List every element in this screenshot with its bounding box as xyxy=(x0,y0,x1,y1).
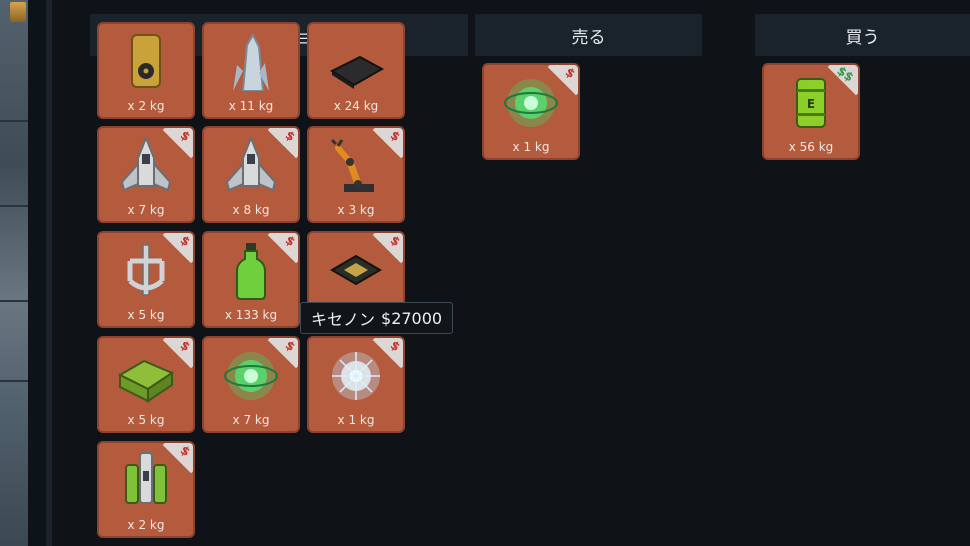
station-item-spaceship-2[interactable]: $ x 8 kg xyxy=(202,126,300,223)
spaceship-icon xyxy=(99,132,193,198)
radioactive-barrel-icon xyxy=(99,28,193,94)
green-crate-icon xyxy=(99,342,193,408)
station-item-drone-frame[interactable]: $ x 5 kg xyxy=(97,231,195,328)
station-item-green-spaceship[interactable]: $ x 2 kg xyxy=(97,441,195,538)
sell-tab-header[interactable]: 売る xyxy=(475,14,702,56)
item-quantity: x 1 kg xyxy=(337,413,375,427)
green-bottle-icon xyxy=(204,237,298,303)
svg-text:E: E xyxy=(807,97,815,111)
station-item-robotic-arm[interactable]: $ x 3 kg xyxy=(307,126,405,223)
station-item-microchip[interactable]: x 24 kg xyxy=(307,22,405,119)
station-item-spaceship[interactable]: $ x 7 kg xyxy=(97,126,195,223)
item-quantity: x 5 kg xyxy=(127,308,165,322)
buy-item-fuel-barrel[interactable]: $$ E x 56 kg xyxy=(762,63,860,160)
station-item-green-orb[interactable]: $ x 7 kg xyxy=(202,336,300,433)
item-quantity: x 2 kg xyxy=(127,99,165,113)
green-energy-orb-icon xyxy=(484,69,578,135)
station-item-green-bottle[interactable]: $ x 133 kg xyxy=(202,231,300,328)
resource-badge-icon xyxy=(10,2,26,22)
station-item-crystal[interactable]: x 11 kg xyxy=(202,22,300,119)
buy-tab-header[interactable]: 買う xyxy=(755,14,970,56)
item-quantity: x 5 kg xyxy=(127,413,165,427)
item-quantity: x 24 kg xyxy=(333,99,379,113)
item-quantity: x 7 kg xyxy=(127,203,165,217)
item-quantity: x 133 kg xyxy=(224,308,278,322)
station-item-xenon[interactable]: $ x 1 kg xyxy=(307,336,405,433)
panel-divider xyxy=(0,380,28,382)
item-quantity: x 7 kg xyxy=(232,413,270,427)
item-quantity: x 8 kg xyxy=(232,203,270,217)
tooltip-item-name: キセノン xyxy=(311,310,376,329)
crystal-icon xyxy=(204,28,298,94)
item-quantity: x 56 kg xyxy=(788,140,834,154)
processor-chip-icon xyxy=(309,237,403,303)
item-quantity: x 1 kg xyxy=(512,140,550,154)
green-energy-orb-icon xyxy=(204,342,298,408)
station-item-green-crate[interactable]: $ x 5 kg xyxy=(97,336,195,433)
spaceship-icon xyxy=(204,132,298,198)
panel-divider xyxy=(0,120,28,122)
item-tooltip: キセノン $27000 xyxy=(300,302,454,334)
item-quantity: x 3 kg xyxy=(337,203,375,217)
left-side-panel xyxy=(0,0,52,546)
panel-divider xyxy=(0,300,28,302)
side-rail xyxy=(28,0,46,546)
green-spaceship-icon xyxy=(99,447,193,513)
sell-item-green-orb[interactable]: $ x 1 kg xyxy=(482,63,580,160)
xenon-orb-icon xyxy=(309,342,403,408)
green-fuel-barrel-icon: E xyxy=(764,69,858,135)
item-quantity: x 11 kg xyxy=(228,99,274,113)
panel-divider xyxy=(0,205,28,207)
drone-frame-icon xyxy=(99,237,193,303)
item-quantity: x 2 kg xyxy=(127,518,165,532)
microchip-icon xyxy=(309,28,403,94)
station-item-radioactive[interactable]: x 2 kg xyxy=(97,22,195,119)
side-panel-texture xyxy=(0,0,28,546)
tooltip-item-price: $27000 xyxy=(381,308,443,328)
side-rail-edge xyxy=(46,0,52,546)
robotic-arm-icon xyxy=(309,132,403,198)
